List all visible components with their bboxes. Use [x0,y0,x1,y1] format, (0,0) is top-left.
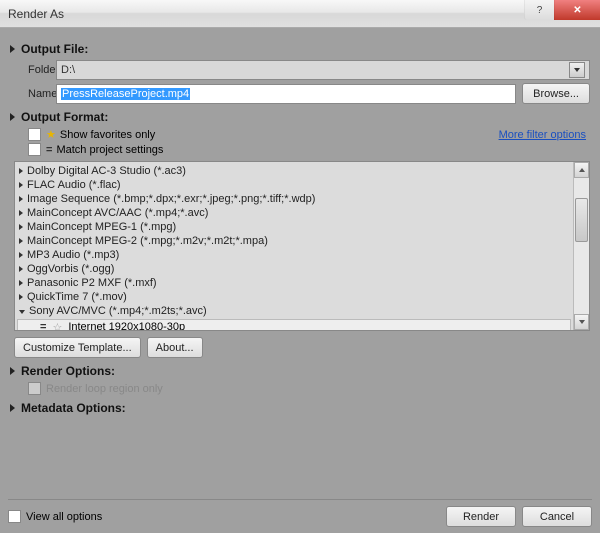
equals-icon: = [40,321,46,330]
equals-icon: = [46,144,52,156]
cancel-button[interactable]: Cancel [522,506,592,527]
chevron-right-icon [10,113,15,121]
close-button[interactable]: ✕ [554,0,600,20]
format-list: Dolby Digital AC-3 Studio (*.ac3) FLAC A… [14,161,590,331]
chevron-right-icon [10,367,15,375]
scroll-up-button[interactable] [574,162,589,178]
list-item[interactable]: MainConcept MPEG-2 (*.mpg;*.m2v;*.m2t;*.… [15,234,573,248]
list-item[interactable]: FLAC Audio (*.flac) [15,178,573,192]
list-item[interactable]: Sony AVC/MVC (*.mp4;*.m2ts;*.avc) [15,304,573,318]
view-all-checkbox[interactable] [8,510,21,523]
match-checkbox[interactable] [28,143,41,156]
chevron-right-icon [19,252,23,258]
chevron-right-icon [19,280,23,286]
titlebar[interactable]: Render As ? ✕ [0,0,600,28]
chevron-right-icon [19,294,23,300]
chevron-right-icon [19,224,23,230]
chevron-down-icon[interactable] [569,62,585,78]
chevron-down-icon [19,310,25,314]
render-button[interactable]: Render [446,506,516,527]
about-button[interactable]: About... [147,337,203,358]
match-label: Match project settings [56,144,163,156]
favorites-label: Show favorites only [60,129,155,141]
render-loop-checkbox [28,382,41,395]
dialog-body: Output File: Folder: D:\ Name: PressRele… [0,28,600,533]
window-title: Render As [8,7,64,21]
scroll-thumb[interactable] [575,198,588,242]
browse-button[interactable]: Browse... [522,83,590,104]
section-render-options[interactable]: Render Options: [10,364,590,378]
list-item[interactable]: QuickTime 7 (*.mov) [15,290,573,304]
chevron-right-icon [19,168,23,174]
favorites-checkbox[interactable] [28,128,41,141]
section-output-file[interactable]: Output File: [10,42,590,56]
list-item[interactable]: Image Sequence (*.bmp;*.dpx;*.exr;*.jpeg… [15,192,573,206]
chevron-right-icon [10,404,15,412]
customize-template-button[interactable]: Customize Template... [14,337,141,358]
chevron-right-icon [19,196,23,202]
section-metadata-options[interactable]: Metadata Options: [10,401,590,415]
folder-label: Folder: [10,64,56,76]
chevron-right-icon [19,266,23,272]
vertical-scrollbar[interactable] [573,162,589,330]
view-all-label: View all options [26,511,102,523]
preset-item[interactable]: = ☆ Internet 1920x1080-30p [17,319,571,330]
chevron-right-icon [19,238,23,244]
chevron-right-icon [19,210,23,216]
list-item[interactable]: MainConcept AVC/AAC (*.mp4;*.avc) [15,206,573,220]
scroll-down-button[interactable] [574,314,589,330]
dialog-footer: View all options Render Cancel [8,499,592,527]
name-input[interactable]: PressReleaseProject.mp4 [56,84,516,104]
help-button[interactable]: ? [524,0,554,20]
section-output-format[interactable]: Output Format: [10,110,590,124]
name-label: Name: [10,88,56,100]
folder-dropdown[interactable]: D:\ [56,60,590,80]
more-filter-link[interactable]: More filter options [499,129,586,141]
chevron-right-icon [19,182,23,188]
chevron-right-icon [10,45,15,53]
render-loop-label: Render loop region only [46,383,163,395]
list-item[interactable]: OggVorbis (*.ogg) [15,262,573,276]
list-item[interactable]: Dolby Digital AC-3 Studio (*.ac3) [15,164,573,178]
star-icon: ★ [46,128,56,141]
list-item[interactable]: Panasonic P2 MXF (*.mxf) [15,276,573,290]
list-item[interactable]: MainConcept MPEG-1 (*.mpg) [15,220,573,234]
list-item[interactable]: MP3 Audio (*.mp3) [15,248,573,262]
star-outline-icon: ☆ [52,321,62,331]
